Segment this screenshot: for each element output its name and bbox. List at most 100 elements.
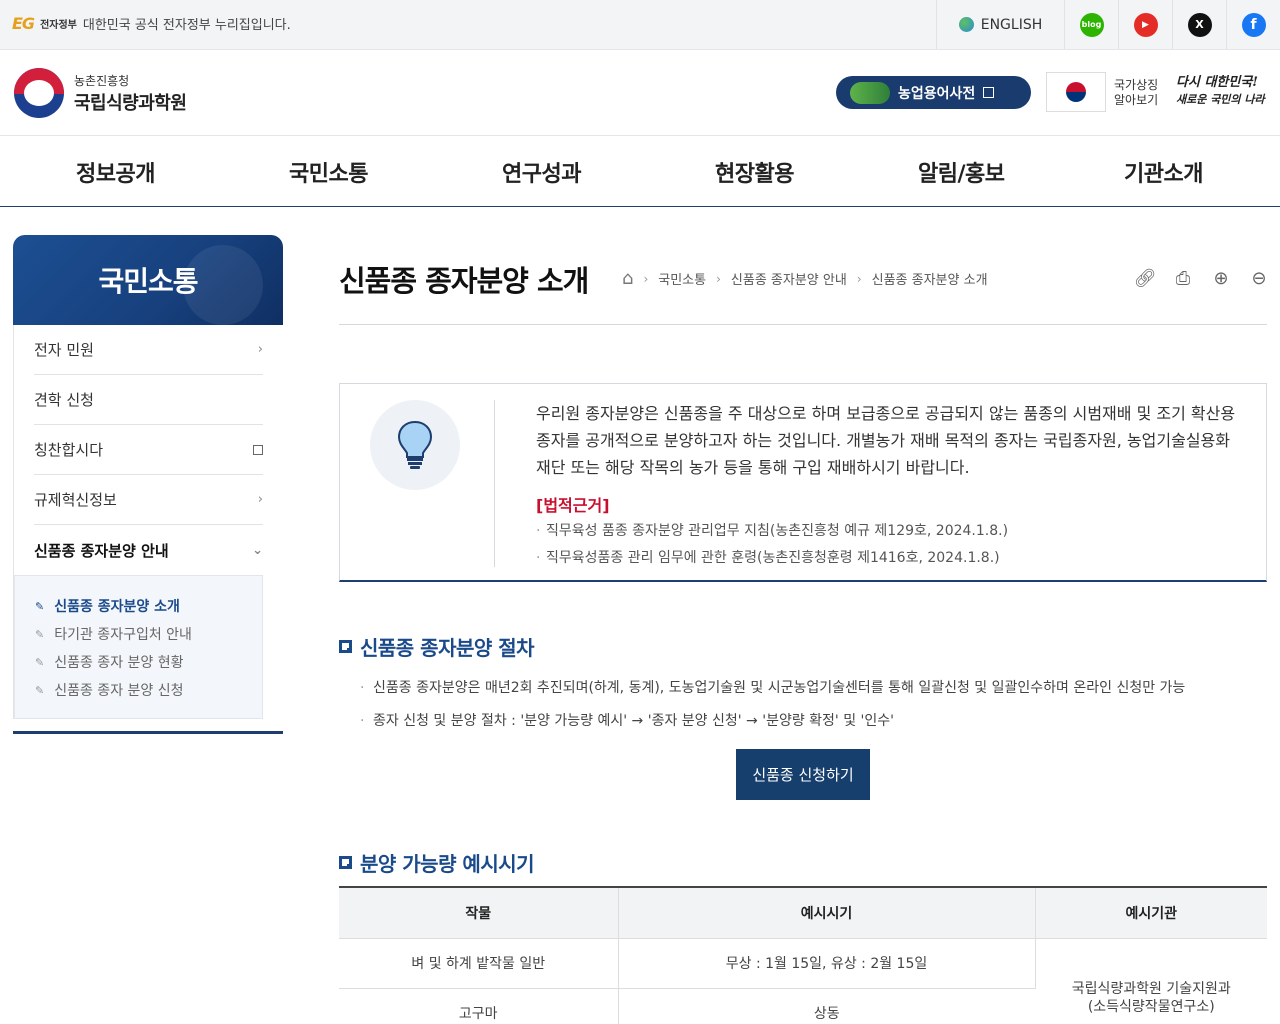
chevron-right-icon: › <box>257 342 263 357</box>
sidebar-bottom-line <box>13 731 283 734</box>
column-header: 작물 <box>339 886 619 939</box>
submenu-label: 신품종 종자 분양 신청 <box>54 683 184 699</box>
gov-emblem-icon <box>14 68 64 118</box>
leaf-icon <box>850 81 890 104</box>
schedule-heading: 분양 가능량 예시시기 <box>339 848 535 877</box>
x-link[interactable]: X <box>1172 0 1226 49</box>
crop-cell: 벼 및 하계 밭작물 일반 <box>339 938 619 989</box>
facebook-link[interactable]: f <box>1226 0 1280 49</box>
procedure-item: 신품종 종자분양은 매년2회 추진되며(하계, 동계), 도농업기술원 및 시군… <box>360 672 1185 705</box>
nav-news[interactable]: 알림/홍보 <box>918 156 1005 188</box>
english-link[interactable]: ENGLISH <box>936 0 1064 49</box>
gov-notice: EG 전자정부 대한민국 공식 전자정부 누리집입니다. <box>12 14 291 33</box>
sidebar-item-label: 규제혁신정보 <box>34 491 117 509</box>
org-line-2: (소득식량작물연구소) <box>1087 999 1215 1015</box>
sidebar-item-label: 전자 민원 <box>34 341 94 359</box>
nav-research[interactable]: 연구성과 <box>502 156 581 188</box>
procedure-heading-text: 신품종 종자분양 절차 <box>360 636 535 660</box>
zoom-in-icon[interactable]: ⊕ <box>1209 266 1233 290</box>
nav-field-use[interactable]: 현장활용 <box>715 156 794 188</box>
sidebar-item-label: 칭찬합시다 <box>34 441 104 459</box>
print-icon[interactable]: ⎙ <box>1171 266 1195 290</box>
facebook-icon: f <box>1241 12 1266 37</box>
sidebar-item-seed-distribution[interactable]: 신품종 종자분양 안내 ⌄ <box>34 525 263 575</box>
national-flag-link[interactable] <box>1046 72 1106 112</box>
submenu-label: 신품종 종자 분양 현황 <box>54 655 184 671</box>
egov-logo: EG <box>12 14 35 33</box>
external-link-icon <box>983 87 995 98</box>
gov-top-bar: EG 전자정부 대한민국 공식 전자정부 누리집입니다. ENGLISH blo… <box>0 0 1280 50</box>
gov-notice-text: 대한민국 공식 전자정부 누리집입니다. <box>82 18 291 33</box>
globe-icon <box>958 17 974 32</box>
submenu-item-apply[interactable]: ✎ 신품종 종자 분양 신청 <box>35 676 262 704</box>
breadcrumb-item[interactable]: 신품종 종자분양 안내 <box>731 269 847 288</box>
blog-link[interactable]: blog <box>1064 0 1118 49</box>
sidebar-item-praise[interactable]: 칭찬합시다 <box>34 425 263 475</box>
sidebar-submenu: ✎ 신품종 종자분양 소개 ✎ 타기관 종자구입처 안내 ✎ 신품종 종자 분양… <box>14 575 263 719</box>
legal-basis-heading: [법적근거] <box>536 496 610 515</box>
submenu-item-other-sources[interactable]: ✎ 타기관 종자구입처 안내 <box>35 620 262 648</box>
column-header: 예시시기 <box>618 886 1036 939</box>
youtube-link[interactable]: ▶ <box>1118 0 1172 49</box>
procedure-list: 신품종 종자분양은 매년2회 추진되며(하계, 동계), 도농업기술원 및 시군… <box>360 672 1185 738</box>
chevron-right-icon: › <box>716 271 721 286</box>
page-title: 신품종 종자분양 소개 <box>339 264 589 298</box>
table-row: 벼 및 하계 밭작물 일반 무상 : 1월 15일, 유상 : 2월 15일 국… <box>339 938 1267 1024</box>
pencil-icon: ✎ <box>35 683 45 697</box>
nav-about[interactable]: 기관소개 <box>1124 156 1203 188</box>
site-logo[interactable]: 농촌진흥청 국립식량과학원 <box>14 68 187 118</box>
breadcrumb: ⌂ › 국민소통 › 신품종 종자분양 안내 › 신품종 종자분양 소개 <box>622 268 988 289</box>
org-line-1: 국립식량과학원 기술지원과 <box>1071 981 1231 997</box>
breadcrumb-item[interactable]: 신품종 종자분양 소개 <box>872 269 988 288</box>
nav-info-disclosure[interactable]: 정보공개 <box>76 156 155 188</box>
submenu-item-status[interactable]: ✎ 신품종 종자 분양 현황 <box>35 648 262 676</box>
slogan-line-1: 다시 대한민국! <box>1176 75 1258 90</box>
period-cell: 상동 <box>618 988 1035 1024</box>
chevron-right-icon: › <box>257 492 263 507</box>
intro-text: 우리원 종자분양은 신품종을 주 대상으로 하며 보급종으로 공급되지 않는 품… <box>536 404 1236 477</box>
nav-communication[interactable]: 국민소통 <box>289 156 368 188</box>
breadcrumb-item[interactable]: 국민소통 <box>658 269 706 288</box>
section-bullet-icon <box>339 640 352 653</box>
zoom-out-icon[interactable]: ⊖ <box>1247 266 1271 290</box>
submenu-label: 타기관 종자구입처 안내 <box>54 627 192 643</box>
sidebar-item-tour[interactable]: 견학 신청 <box>34 375 263 425</box>
agri-dictionary-button[interactable]: 농업용어사전 <box>836 76 1031 109</box>
pencil-icon: ✎ <box>35 655 45 669</box>
submenu-item-intro[interactable]: ✎ 신품종 종자분양 소개 <box>35 592 262 620</box>
submenu-label: 신품종 종자분양 소개 <box>54 599 180 615</box>
taegukgi-icon <box>1066 82 1086 102</box>
logo-title: 국립식량과학원 <box>74 92 187 114</box>
title-divider <box>339 324 1267 325</box>
apply-button[interactable]: 신품종 신청하기 <box>736 749 870 800</box>
symbol-label-1: 국가상징 <box>1114 78 1159 92</box>
sidebar-item-label: 신품종 종자분양 안내 <box>34 541 169 560</box>
sidebar-item-civil-petition[interactable]: 전자 민원 › <box>34 325 263 375</box>
period-cell: 무상 : 1월 15일, 유상 : 2월 15일 <box>618 938 1036 989</box>
home-icon[interactable]: ⌂ <box>622 268 633 289</box>
sidebar-item-regulation[interactable]: 규제혁신정보 › <box>34 475 263 525</box>
legal-basis-list: 직무육성 품종 종자분양 관리업무 지침(농촌진흥청 예규 제129호, 202… <box>536 518 1008 572</box>
link-copy-icon[interactable]: 🔗︎ <box>1133 266 1157 290</box>
national-symbol-link[interactable]: 국가상징 알아보기 <box>1114 78 1158 108</box>
chevron-down-icon: ⌄ <box>252 542 263 558</box>
intro-box: 우리원 종자분양은 신품종을 주 대상으로 하며 보급종으로 공급되지 않는 품… <box>339 383 1267 582</box>
sidebar: 국민소통 전자 민원 › 견학 신청 칭찬합시다 규제혁신정보 › 신품종 종자… <box>13 235 283 734</box>
section-bullet-icon <box>339 856 352 869</box>
sidebar-list: 전자 민원 › 견학 신청 칭찬합시다 규제혁신정보 › 신품종 종자분양 안내… <box>13 325 283 719</box>
divider <box>494 400 495 567</box>
chevron-right-icon: › <box>856 271 862 286</box>
pencil-icon: ✎ <box>35 599 45 613</box>
legal-basis-item: 직무육성 품종 종자분양 관리업무 지침(농촌진흥청 예규 제129호, 202… <box>536 518 1008 545</box>
procedure-heading: 신품종 종자분양 절차 <box>339 632 535 661</box>
english-label: ENGLISH <box>980 16 1043 33</box>
external-link-icon <box>253 444 263 455</box>
sidebar-item-label: 견학 신청 <box>34 391 94 409</box>
slogan-line-2: 새로운 국민의 나라 <box>1176 93 1265 106</box>
sidebar-title-text: 국민소통 <box>98 265 198 298</box>
legal-basis-item: 직무육성품종 관리 임무에 관한 훈령(농촌진흥청훈령 제1416호, 2024… <box>536 545 1008 572</box>
logo-subtitle: 농촌진흥청 <box>74 73 130 88</box>
page-tools: 🔗︎ ⎙ ⊕ ⊖ <box>1133 266 1271 290</box>
youtube-icon: ▶ <box>1133 12 1158 37</box>
crop-cell: 고구마 <box>339 988 619 1024</box>
